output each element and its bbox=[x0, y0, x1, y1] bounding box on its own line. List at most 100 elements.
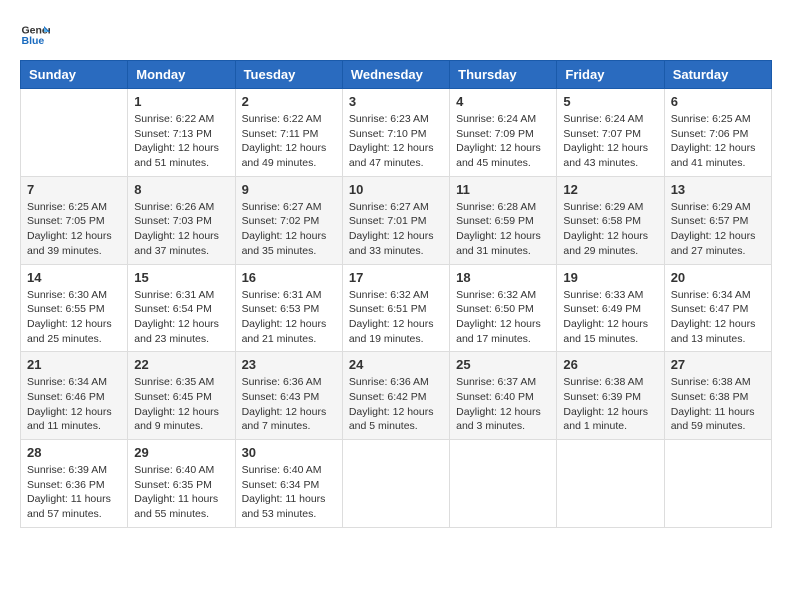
calendar-day-cell: 1 Sunrise: 6:22 AM Sunset: 7:13 PM Daylig… bbox=[128, 89, 235, 177]
day-info: Sunrise: 6:34 AM Sunset: 6:47 PM Dayligh… bbox=[671, 288, 765, 347]
day-number: 13 bbox=[671, 182, 765, 197]
calendar-day-cell: 30 Sunrise: 6:40 AM Sunset: 6:34 PM Dayli… bbox=[235, 440, 342, 528]
svg-text:Blue: Blue bbox=[22, 35, 45, 47]
day-number: 11 bbox=[456, 182, 550, 197]
weekday-header-cell: Monday bbox=[128, 61, 235, 89]
calendar-day-cell: 5 Sunrise: 6:24 AM Sunset: 7:07 PM Daylig… bbox=[557, 89, 664, 177]
calendar-day-cell: 13Sunrise: 6:29 AM Sunset: 6:57 PM Dayli… bbox=[664, 176, 771, 264]
calendar-day-cell bbox=[450, 440, 557, 528]
day-info: Sunrise: 6:32 AM Sunset: 6:50 PM Dayligh… bbox=[456, 288, 550, 347]
day-info: Sunrise: 6:25 AM Sunset: 7:05 PM Dayligh… bbox=[27, 200, 121, 259]
weekday-header-cell: Friday bbox=[557, 61, 664, 89]
calendar-day-cell: 9 Sunrise: 6:27 AM Sunset: 7:02 PM Daylig… bbox=[235, 176, 342, 264]
day-info: Sunrise: 6:31 AM Sunset: 6:53 PM Dayligh… bbox=[242, 288, 336, 347]
weekday-header-cell: Tuesday bbox=[235, 61, 342, 89]
day-number: 30 bbox=[242, 445, 336, 460]
weekday-header-cell: Thursday bbox=[450, 61, 557, 89]
day-info: Sunrise: 6:36 AM Sunset: 6:42 PM Dayligh… bbox=[349, 375, 443, 434]
weekday-header-row: SundayMondayTuesdayWednesdayThursdayFrid… bbox=[21, 61, 772, 89]
day-number: 5 bbox=[563, 94, 657, 109]
calendar-day-cell: 14 Sunrise: 6:30 AM Sunset: 6:55 PM Dayli… bbox=[21, 264, 128, 352]
calendar-week-row: 28Sunrise: 6:39 AM Sunset: 6:36 PM Dayli… bbox=[21, 440, 772, 528]
day-number: 28 bbox=[27, 445, 121, 460]
calendar-day-cell: 2Sunrise: 6:22 AM Sunset: 7:11 PM Daylig… bbox=[235, 89, 342, 177]
day-info: Sunrise: 6:38 AM Sunset: 6:38 PM Dayligh… bbox=[671, 375, 765, 434]
calendar-table: SundayMondayTuesdayWednesdayThursdayFrid… bbox=[20, 60, 772, 528]
day-info: Sunrise: 6:33 AM Sunset: 6:49 PM Dayligh… bbox=[563, 288, 657, 347]
calendar-day-cell: 6 Sunrise: 6:25 AM Sunset: 7:06 PM Daylig… bbox=[664, 89, 771, 177]
day-info: Sunrise: 6:22 AM Sunset: 7:13 PM Dayligh… bbox=[134, 112, 228, 171]
day-info: Sunrise: 6:27 AM Sunset: 7:02 PM Dayligh… bbox=[242, 200, 336, 259]
calendar-day-cell: 11 Sunrise: 6:28 AM Sunset: 6:59 PM Dayli… bbox=[450, 176, 557, 264]
day-number: 9 bbox=[242, 182, 336, 197]
calendar-day-cell: 3 Sunrise: 6:23 AM Sunset: 7:10 PM Daylig… bbox=[342, 89, 449, 177]
day-info: Sunrise: 6:40 AM Sunset: 6:35 PM Dayligh… bbox=[134, 463, 228, 522]
day-info: Sunrise: 6:25 AM Sunset: 7:06 PM Dayligh… bbox=[671, 112, 765, 171]
day-number: 7 bbox=[27, 182, 121, 197]
day-number: 14 bbox=[27, 270, 121, 285]
calendar-day-cell: 25 Sunrise: 6:37 AM Sunset: 6:40 PM Dayli… bbox=[450, 352, 557, 440]
day-number: 27 bbox=[671, 357, 765, 372]
calendar-day-cell: 27 Sunrise: 6:38 AM Sunset: 6:38 PM Dayli… bbox=[664, 352, 771, 440]
calendar-day-cell: 20 Sunrise: 6:34 AM Sunset: 6:47 PM Dayli… bbox=[664, 264, 771, 352]
calendar-body: 1 Sunrise: 6:22 AM Sunset: 7:13 PM Daylig… bbox=[21, 89, 772, 528]
day-number: 6 bbox=[671, 94, 765, 109]
calendar-day-cell: 4 Sunrise: 6:24 AM Sunset: 7:09 PM Daylig… bbox=[450, 89, 557, 177]
calendar-day-cell: 22 Sunrise: 6:35 AM Sunset: 6:45 PM Dayli… bbox=[128, 352, 235, 440]
calendar-week-row: 1 Sunrise: 6:22 AM Sunset: 7:13 PM Daylig… bbox=[21, 89, 772, 177]
day-info: Sunrise: 6:34 AM Sunset: 6:46 PM Dayligh… bbox=[27, 375, 121, 434]
calendar-day-cell: 17Sunrise: 6:32 AM Sunset: 6:51 PM Dayli… bbox=[342, 264, 449, 352]
day-number: 25 bbox=[456, 357, 550, 372]
day-number: 1 bbox=[134, 94, 228, 109]
calendar-day-cell: 8 Sunrise: 6:26 AM Sunset: 7:03 PM Daylig… bbox=[128, 176, 235, 264]
day-info: Sunrise: 6:27 AM Sunset: 7:01 PM Dayligh… bbox=[349, 200, 443, 259]
day-number: 20 bbox=[671, 270, 765, 285]
page-header: General Blue bbox=[20, 20, 772, 50]
day-info: Sunrise: 6:28 AM Sunset: 6:59 PM Dayligh… bbox=[456, 200, 550, 259]
day-number: 2 bbox=[242, 94, 336, 109]
logo: General Blue bbox=[20, 20, 50, 50]
calendar-day-cell: 7 Sunrise: 6:25 AM Sunset: 7:05 PM Daylig… bbox=[21, 176, 128, 264]
day-number: 8 bbox=[134, 182, 228, 197]
day-number: 15 bbox=[134, 270, 228, 285]
calendar-day-cell: 10 Sunrise: 6:27 AM Sunset: 7:01 PM Dayli… bbox=[342, 176, 449, 264]
day-info: Sunrise: 6:40 AM Sunset: 6:34 PM Dayligh… bbox=[242, 463, 336, 522]
calendar-day-cell bbox=[21, 89, 128, 177]
day-number: 22 bbox=[134, 357, 228, 372]
day-number: 10 bbox=[349, 182, 443, 197]
calendar-day-cell: 29 Sunrise: 6:40 AM Sunset: 6:35 PM Dayli… bbox=[128, 440, 235, 528]
calendar-week-row: 7 Sunrise: 6:25 AM Sunset: 7:05 PM Daylig… bbox=[21, 176, 772, 264]
day-info: Sunrise: 6:23 AM Sunset: 7:10 PM Dayligh… bbox=[349, 112, 443, 171]
calendar-day-cell: 16 Sunrise: 6:31 AM Sunset: 6:53 PM Dayli… bbox=[235, 264, 342, 352]
day-info: Sunrise: 6:24 AM Sunset: 7:07 PM Dayligh… bbox=[563, 112, 657, 171]
day-info: Sunrise: 6:30 AM Sunset: 6:55 PM Dayligh… bbox=[27, 288, 121, 347]
day-number: 3 bbox=[349, 94, 443, 109]
weekday-header-cell: Saturday bbox=[664, 61, 771, 89]
day-number: 12 bbox=[563, 182, 657, 197]
day-number: 26 bbox=[563, 357, 657, 372]
day-number: 4 bbox=[456, 94, 550, 109]
calendar-day-cell bbox=[557, 440, 664, 528]
day-info: Sunrise: 6:26 AM Sunset: 7:03 PM Dayligh… bbox=[134, 200, 228, 259]
calendar-day-cell: 24 Sunrise: 6:36 AM Sunset: 6:42 PM Dayli… bbox=[342, 352, 449, 440]
day-info: Sunrise: 6:31 AM Sunset: 6:54 PM Dayligh… bbox=[134, 288, 228, 347]
day-info: Sunrise: 6:32 AM Sunset: 6:51 PM Dayligh… bbox=[349, 288, 443, 347]
day-number: 18 bbox=[456, 270, 550, 285]
day-number: 19 bbox=[563, 270, 657, 285]
weekday-header-cell: Sunday bbox=[21, 61, 128, 89]
calendar-day-cell bbox=[664, 440, 771, 528]
day-info: Sunrise: 6:29 AM Sunset: 6:58 PM Dayligh… bbox=[563, 200, 657, 259]
day-number: 23 bbox=[242, 357, 336, 372]
calendar-day-cell: 28Sunrise: 6:39 AM Sunset: 6:36 PM Dayli… bbox=[21, 440, 128, 528]
calendar-day-cell: 26Sunrise: 6:38 AM Sunset: 6:39 PM Dayli… bbox=[557, 352, 664, 440]
calendar-day-cell: 21Sunrise: 6:34 AM Sunset: 6:46 PM Dayli… bbox=[21, 352, 128, 440]
day-number: 16 bbox=[242, 270, 336, 285]
day-info: Sunrise: 6:37 AM Sunset: 6:40 PM Dayligh… bbox=[456, 375, 550, 434]
day-number: 24 bbox=[349, 357, 443, 372]
day-number: 29 bbox=[134, 445, 228, 460]
calendar-day-cell: 15 Sunrise: 6:31 AM Sunset: 6:54 PM Dayli… bbox=[128, 264, 235, 352]
day-info: Sunrise: 6:24 AM Sunset: 7:09 PM Dayligh… bbox=[456, 112, 550, 171]
day-info: Sunrise: 6:35 AM Sunset: 6:45 PM Dayligh… bbox=[134, 375, 228, 434]
day-info: Sunrise: 6:36 AM Sunset: 6:43 PM Dayligh… bbox=[242, 375, 336, 434]
calendar-day-cell: 23 Sunrise: 6:36 AM Sunset: 6:43 PM Dayli… bbox=[235, 352, 342, 440]
